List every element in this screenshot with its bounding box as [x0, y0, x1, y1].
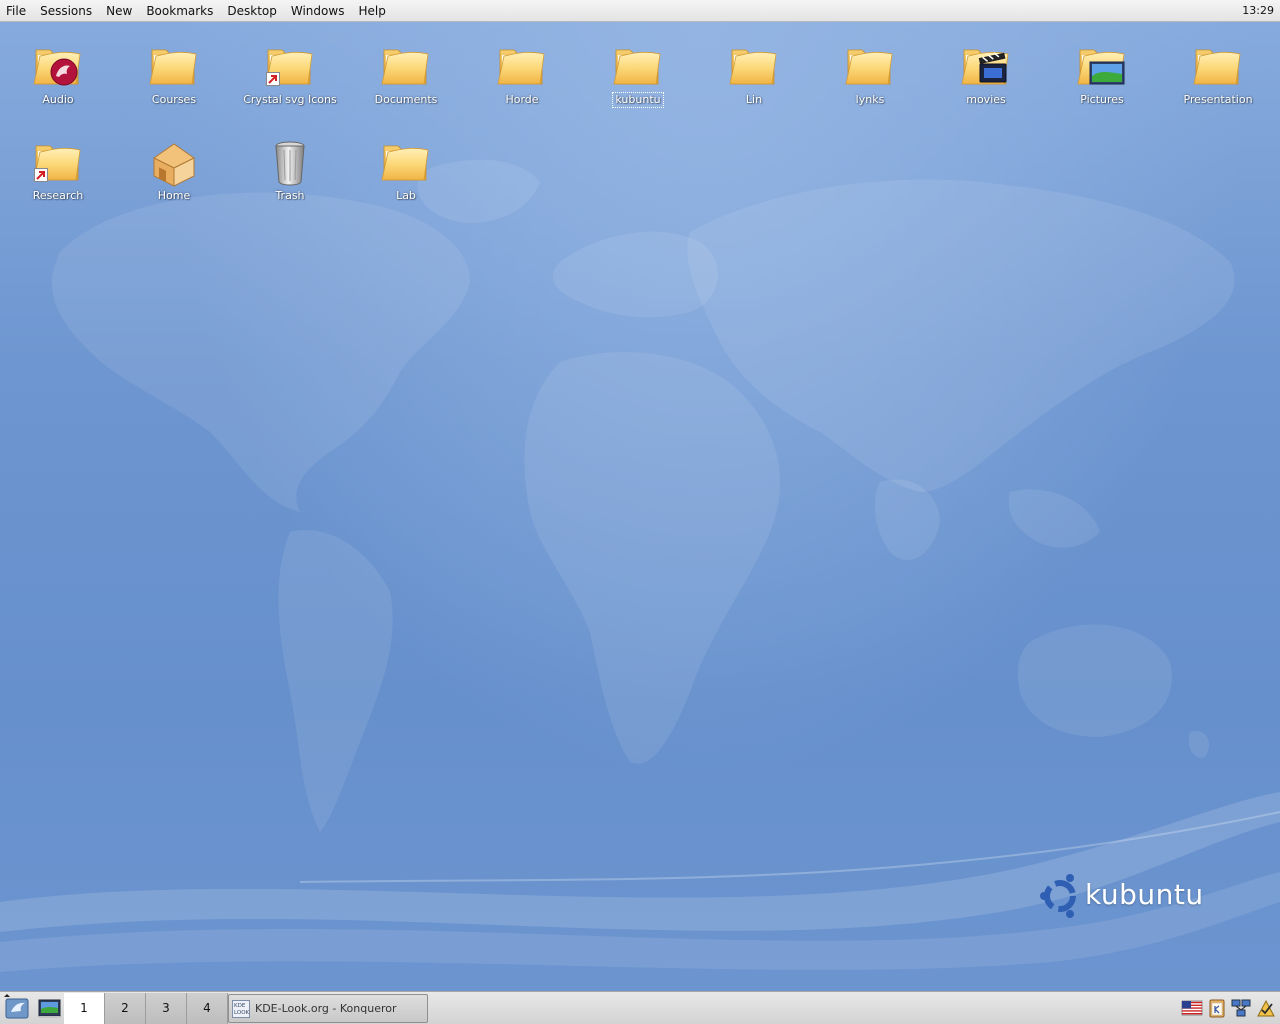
- taskbar-task-konqueror[interactable]: KDE LOOK KDE-Look.org - Konqueror: [228, 994, 428, 1023]
- kubuntu-logo-text: kubuntu: [1085, 878, 1204, 911]
- desktop-icon-horde[interactable]: Horde: [464, 36, 580, 128]
- desktop-icon-audio[interactable]: Audio: [0, 36, 116, 128]
- desktop-icon-courses[interactable]: Courses: [116, 36, 232, 128]
- desktop-icon-kubuntu[interactable]: kubuntu: [580, 36, 696, 128]
- trash-icon: [275, 141, 305, 186]
- kde-look-favicon-icon: KDE LOOK: [232, 999, 250, 1018]
- folder-link-icon: [32, 138, 84, 182]
- network-icon[interactable]: [1230, 998, 1252, 1018]
- desktop-icon-label: lynks: [855, 93, 885, 106]
- desktop-icon-label: Crystal svg Icons: [243, 93, 337, 106]
- pager-desktop-1[interactable]: 1: [64, 993, 105, 1024]
- favicon-text-top: KDE: [234, 1003, 246, 1009]
- desktop-icon-presentation[interactable]: Presentation: [1160, 36, 1276, 128]
- desktop-icon-lynks[interactable]: lynks: [812, 36, 928, 128]
- desktop-icon-lab[interactable]: Lab: [348, 132, 464, 224]
- desktop-icon-documents[interactable]: Documents: [348, 36, 464, 128]
- folder-icon: [496, 42, 548, 92]
- desktop-icon-label: Research: [32, 189, 84, 202]
- taskbar: 1 2 3 4 KDE LOOK KDE-Look.org - Konquero…: [0, 991, 1280, 1024]
- folder-icon: [380, 138, 432, 188]
- desktop-icon-label: Horde: [505, 93, 539, 106]
- folder-icon: [380, 42, 432, 92]
- folder-icon: [148, 42, 200, 92]
- k-menu-icon[interactable]: [2, 994, 32, 1022]
- desktop-icon-trash[interactable]: Trash: [232, 132, 348, 224]
- desktop-icon-pictures[interactable]: Pictures: [1044, 36, 1160, 128]
- desktop-icon-label: Pictures: [1080, 93, 1124, 106]
- desktop-icon-label: Lab: [396, 189, 416, 202]
- folder-link-icon: [264, 42, 316, 86]
- us-flag-icon[interactable]: [1181, 998, 1203, 1018]
- world-map-wallpaper: [51, 159, 1235, 832]
- folder-icon: [844, 42, 896, 92]
- menu-windows[interactable]: Windows: [284, 0, 352, 22]
- updates-icon[interactable]: [1255, 998, 1277, 1018]
- desktop-icon-research[interactable]: Research: [0, 132, 116, 224]
- top-menubar: File Sessions New Bookmarks Desktop Wind…: [0, 0, 1280, 22]
- desktop-icon-lin[interactable]: Lin: [696, 36, 812, 128]
- desktop-icon-label: Presentation: [1183, 93, 1253, 106]
- menu-bookmarks[interactable]: Bookmarks: [139, 0, 220, 22]
- desktop-icon-label: Home: [157, 189, 191, 202]
- menu-help[interactable]: Help: [351, 0, 392, 22]
- menu-new[interactable]: New: [99, 0, 139, 22]
- pager-desktop-2[interactable]: 2: [105, 993, 146, 1024]
- folder-icon: [728, 42, 780, 92]
- desktop-icon-label: Trash: [275, 189, 305, 202]
- pictures-folder-icon: [1076, 42, 1125, 85]
- desktop-icon-label: Lin: [745, 93, 763, 106]
- folder-icon: [612, 42, 664, 92]
- favicon-text-bottom: LOOK: [234, 1010, 250, 1016]
- menu-file[interactable]: File: [0, 0, 33, 22]
- pager-desktop-4[interactable]: 4: [187, 993, 228, 1024]
- audio-folder-icon: [32, 42, 84, 86]
- menu-desktop[interactable]: Desktop: [220, 0, 284, 22]
- movies-folder-icon: [960, 42, 1012, 92]
- desktop[interactable]: Audio Courses Crystal svg Icons Document…: [0, 22, 1280, 991]
- taskbar-task-label: KDE-Look.org - Konqueror: [255, 1002, 397, 1015]
- clock[interactable]: 13:29: [1242, 0, 1274, 22]
- home-icon: [153, 143, 195, 187]
- pager-desktop-3[interactable]: 3: [146, 993, 187, 1024]
- klipper-icon[interactable]: [1206, 998, 1228, 1018]
- menu-sessions[interactable]: Sessions: [33, 0, 99, 22]
- desktop-icon-movies[interactable]: movies: [928, 36, 1044, 128]
- desktop-icon-label: Audio: [42, 93, 74, 106]
- show-desktop-icon[interactable]: [34, 994, 64, 1022]
- desktop-icon-crystal-svg-icons[interactable]: Crystal svg Icons: [232, 36, 348, 128]
- desktop-icon-home[interactable]: Home: [116, 132, 232, 224]
- desktop-icon-label: Courses: [151, 93, 197, 106]
- desktop-icon-label: movies: [966, 93, 1006, 106]
- folder-icon: [1192, 42, 1244, 92]
- desktop-icon-label: Documents: [374, 93, 438, 106]
- desktop-icon-label: kubuntu: [612, 92, 664, 108]
